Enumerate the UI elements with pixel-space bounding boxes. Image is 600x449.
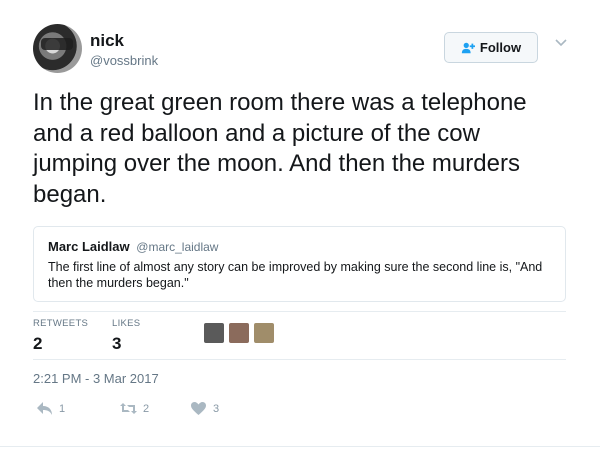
likes-stat[interactable]: LIKES 3: [112, 318, 140, 354]
tweet-card: nick @vossbrink Follow In the great gree…: [0, 0, 600, 449]
tweet-text: In the great green room there was a tele…: [33, 89, 527, 208]
heart-icon: [191, 402, 206, 415]
user-avatar[interactable]: [33, 24, 82, 73]
retweets-count: 2: [33, 334, 43, 353]
reply-count: 1: [59, 402, 66, 415]
reply-icon: [37, 402, 52, 415]
tweet-timestamp[interactable]: 2:21 PM - 3 Mar 2017: [33, 371, 159, 386]
likers-list: [203, 322, 275, 344]
follow-user-plus-icon: [461, 42, 475, 53]
quoted-user-handle: @marc_laidlaw: [136, 240, 219, 254]
quoted-tweet[interactable]: Marc Laidlaw @marc_laidlaw The first lin…: [33, 226, 566, 302]
likes-count: 3: [112, 334, 122, 353]
like-count: 3: [213, 402, 220, 415]
user-name[interactable]: nick: [90, 31, 124, 51]
retweet-count: 2: [143, 402, 150, 415]
retweets-label: RETWEETS: [33, 318, 89, 329]
reply-action[interactable]: 1: [36, 401, 65, 416]
follow-button[interactable]: Follow: [444, 32, 538, 63]
quoted-user-name: Marc Laidlaw: [48, 239, 130, 254]
liker-avatar-3[interactable]: [253, 322, 275, 344]
stats-top-divider: [33, 311, 566, 312]
user-handle[interactable]: @vossbrink: [90, 53, 158, 68]
likes-label: LIKES: [112, 318, 141, 329]
retweet-icon: [120, 403, 137, 414]
follow-label: Follow: [479, 40, 522, 55]
quoted-tweet-text: The first line of almost any story can b…: [48, 260, 543, 290]
liker-avatar-1[interactable]: [203, 322, 225, 344]
stats-bottom-divider: [33, 359, 566, 360]
retweet-action[interactable]: 2: [120, 401, 149, 416]
like-action[interactable]: 3: [190, 401, 219, 416]
liker-avatar-2[interactable]: [228, 322, 250, 344]
quoted-tweet-header: Marc Laidlaw @marc_laidlaw: [48, 239, 218, 254]
bottom-divider: [0, 446, 600, 447]
retweets-stat[interactable]: RETWEETS 2: [33, 318, 88, 354]
chevron-down-icon[interactable]: [554, 36, 568, 50]
